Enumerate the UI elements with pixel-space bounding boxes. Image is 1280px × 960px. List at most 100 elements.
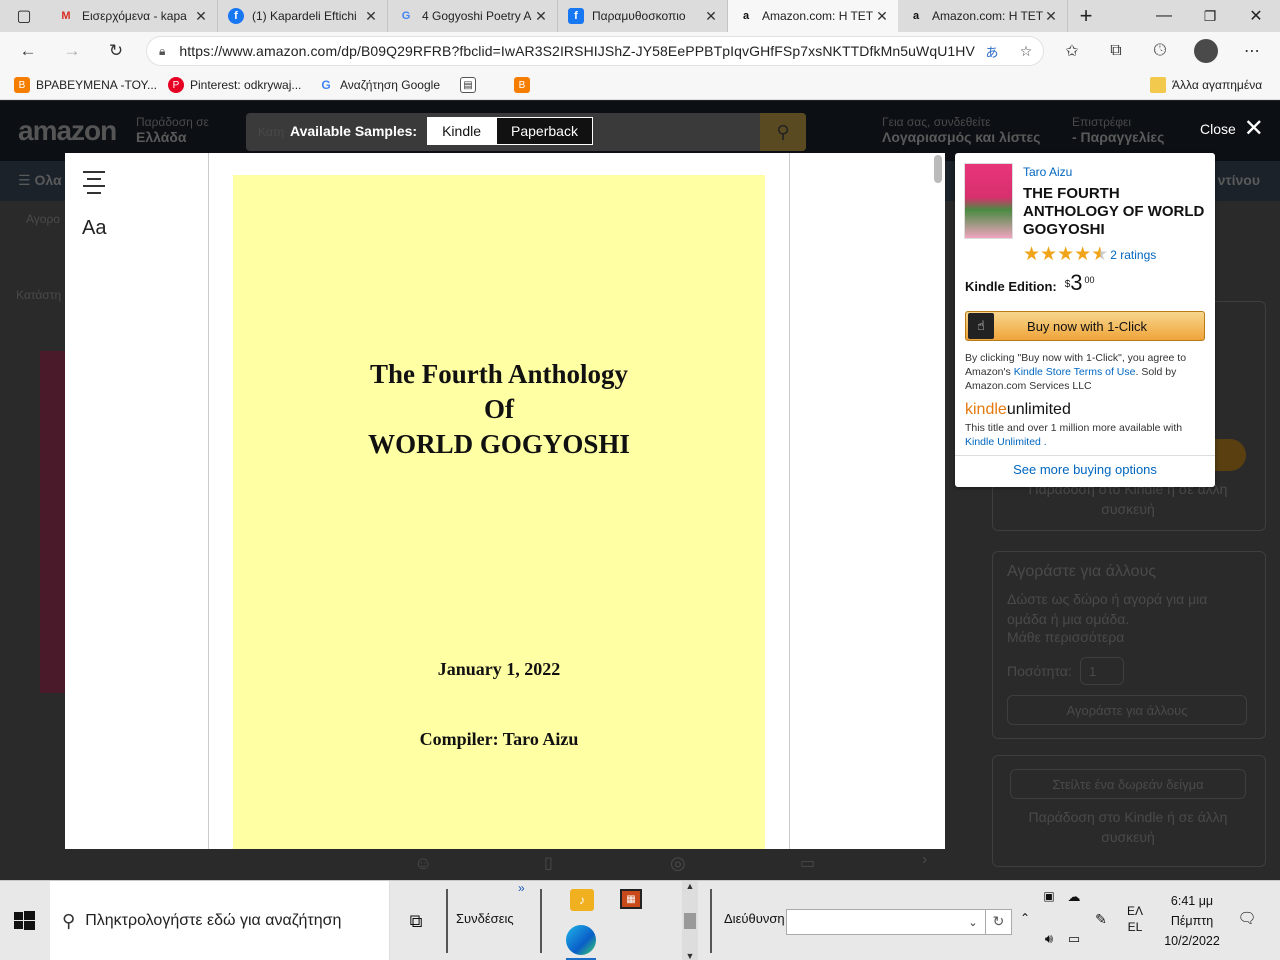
chevron-down-icon[interactable]: ⌄ — [961, 916, 985, 929]
terms-text: By clicking "Buy now with 1-Click", you … — [965, 351, 1205, 393]
kindle-unlimited-link[interactable]: Kindle Unlimited — [965, 436, 1041, 448]
tab-amazon-active[interactable]: a Amazon.com: Η ΤΕΤ ✕ — [728, 0, 898, 32]
chevron-right-icon: › — [922, 851, 928, 868]
taskbar-scroll[interactable]: ▲ ▼ — [682, 881, 698, 960]
star-icon: ★ — [1074, 244, 1092, 265]
other-favorites[interactable]: Άλλα αγαπημένα — [1150, 75, 1262, 95]
cover-title-line: WORLD GOGYOSHI — [368, 429, 630, 459]
go-refresh-icon[interactable]: ↻ — [985, 909, 1011, 935]
address-bar: ← → ↻ 🔒︎ https://www.amazon.com/dp/B09Q2… — [0, 32, 1280, 70]
kindle-store-terms-link[interactable]: Kindle Store Terms of Use — [1014, 366, 1136, 378]
blogger-icon: B — [14, 77, 30, 93]
refresh-icon[interactable]: ↻ — [102, 38, 130, 64]
reader-scrollbar[interactable] — [931, 153, 945, 849]
format-kindle-button[interactable]: Kindle — [427, 117, 497, 145]
profile-avatar[interactable] — [1192, 38, 1220, 64]
deliver-country: Ελλάδα — [136, 129, 187, 145]
returns-label: Επιστρέφει — [1072, 115, 1132, 129]
tab-facebook-profile[interactable]: f (1) Kapardeli Eftichi ✕ — [218, 0, 388, 32]
bookmarks-bar: B ΒΡΑΒΕΥΜΕΝΑ -ΤΟΥ... P Pinterest: odkryw… — [0, 70, 1280, 100]
tab-google-search[interactable]: G 4 Gogyoshi Poetry A ✕ — [388, 0, 558, 32]
ratings-link[interactable]: 2 ratings — [1110, 248, 1156, 262]
onedrive-icon[interactable]: ☁ — [1064, 889, 1084, 905]
favorites-icon[interactable]: ✩ — [1058, 38, 1086, 64]
star-rating[interactable]: ★ ★ ★ ★ ★ 2 ratings — [1023, 244, 1156, 265]
bookmark-item[interactable]: ▤ — [460, 75, 482, 95]
bookmark-item[interactable]: B ΒΡΑΒΕΥΜΕΝΑ -ΤΟΥ... — [14, 75, 157, 95]
address-toolbar-input[interactable]: ⌄ ↻ — [786, 909, 1012, 935]
minimize-icon[interactable]: — — [1148, 0, 1180, 32]
history-icon[interactable]: 🕓︎ — [1146, 38, 1174, 64]
blogger-icon: B — [514, 77, 530, 93]
scrollbar-thumb[interactable] — [934, 155, 942, 183]
clock-time: 6:41 μμ — [1170, 894, 1214, 908]
bookmark-item[interactable]: G Αναζήτηση Google — [318, 75, 440, 95]
close-icon[interactable]: ✕ — [363, 8, 379, 25]
hand-pointer-icon: ☝ — [968, 313, 994, 339]
system-clock[interactable]: 6:41 μμ Πέμπτη 10/2/2022 — [1156, 891, 1228, 951]
restore-icon[interactable]: ❐ — [1194, 0, 1226, 32]
price: $ 3 00 — [1065, 272, 1095, 294]
see-more-buying-options-link[interactable]: See more buying options — [955, 462, 1215, 477]
search-icon: ⚲ — [760, 113, 806, 151]
close-icon[interactable]: ✕ — [874, 8, 890, 25]
nav-right-text: ντίνου — [1217, 172, 1260, 188]
tab-actions-icon[interactable]: ▢ — [8, 0, 40, 32]
kindle-unlimited-logo: kindleunlimited — [965, 401, 1071, 419]
amazon-icon: a — [742, 10, 750, 22]
returns-orders: Επιστρέφει - Παραγγελίες — [1072, 115, 1164, 145]
collections-icon[interactable]: ⧉ — [1102, 38, 1130, 64]
tab-bar: ▢ M Εισερχόμενα - kapa ✕ f (1) Kapardeli… — [0, 0, 1280, 32]
url-field[interactable]: 🔒︎ https://www.amazon.com/dp/B09Q29RFRB?… — [146, 36, 1044, 66]
bookmark-item[interactable]: P Pinterest: odkrywaj... — [168, 75, 301, 95]
facebook-icon: f — [228, 8, 244, 24]
close-icon[interactable]: ✕ — [193, 8, 209, 25]
tab-gmail[interactable]: M Εισερχόμενα - kapa ✕ — [48, 0, 218, 32]
tab-label: 4 Gogyoshi Poetry A — [422, 9, 532, 23]
volume-icon[interactable]: 🔊︎ — [1040, 931, 1058, 947]
buy-now-1-click-button[interactable]: ☝ Buy now with 1-Click — [965, 311, 1205, 341]
network-icon[interactable]: ▭ — [1064, 931, 1084, 947]
add-favorite-icon[interactable]: ☆ — [1009, 43, 1043, 60]
cover-title-line: Of — [484, 394, 514, 424]
show-hidden-icons-chevron[interactable]: ⌃ — [1016, 911, 1034, 925]
device-icon[interactable]: ▣ — [1040, 889, 1058, 903]
close-window-icon[interactable]: ✕ — [1240, 0, 1272, 32]
app-icon[interactable]: ▦ — [620, 889, 642, 909]
folder-icon — [1150, 77, 1166, 93]
google-icon: G — [321, 78, 331, 92]
close-reader-button[interactable]: Close ✕ — [1200, 117, 1264, 141]
table-of-contents-icon[interactable] — [83, 171, 105, 199]
scroll-thumb — [684, 913, 696, 929]
close-icon[interactable]: ✕ — [1043, 8, 1059, 25]
font-settings-button[interactable]: Aa — [82, 217, 106, 240]
star-icon: ★ — [1057, 244, 1075, 265]
author-link[interactable]: Taro Aizu — [1023, 165, 1072, 179]
pen-icon[interactable]: ✎ — [1092, 911, 1110, 928]
close-icon[interactable]: ✕ — [533, 8, 549, 25]
new-tab-icon[interactable]: + — [1070, 0, 1102, 32]
taskbar-search-placeholder: Πληκτρολογήστε εδώ για αναζήτηση — [85, 912, 342, 929]
links-toolbar[interactable]: Συνδέσεις — [456, 911, 514, 926]
tab-facebook-page[interactable]: f Παραμυθοσκοπιο ✕ — [558, 0, 728, 32]
format-paperback-button[interactable]: Paperback — [496, 117, 593, 145]
bookmark-item[interactable]: B — [514, 75, 536, 95]
close-icon[interactable]: ✕ — [703, 8, 719, 25]
windows-start-icon[interactable] — [8, 905, 40, 937]
notifications-icon[interactable]: 🗨︎ — [1236, 909, 1258, 927]
read-aloud-icon[interactable]: あ — [975, 42, 1009, 61]
amazon-search-placeholder: Κατη — [258, 125, 285, 139]
dim-quantity-label: Ποσότητα: — [1007, 663, 1072, 679]
language-indicator[interactable]: ΕΛ EL — [1120, 903, 1150, 935]
ku-text: This title and over 1 million more avail… — [965, 422, 1183, 434]
gmail-icon: M — [61, 10, 71, 22]
links-overflow-chevron[interactable]: » — [518, 881, 525, 895]
task-view-icon[interactable]: ⧉ — [400, 905, 432, 937]
forward-arrow-icon[interactable]: → — [58, 38, 86, 64]
tab-amazon[interactable]: a Amazon.com: Η ΤΕΤ ✕ — [898, 0, 1068, 32]
more-menu-icon[interactable]: ⋯ — [1238, 38, 1266, 64]
back-arrow-icon[interactable]: ← — [14, 38, 42, 64]
edge-browser-icon[interactable] — [566, 925, 596, 955]
taskbar-search-box[interactable]: ⚲ Πληκτρολογήστε εδώ για αναζήτηση — [50, 881, 390, 960]
app-icon[interactable]: ♪ — [570, 889, 594, 911]
